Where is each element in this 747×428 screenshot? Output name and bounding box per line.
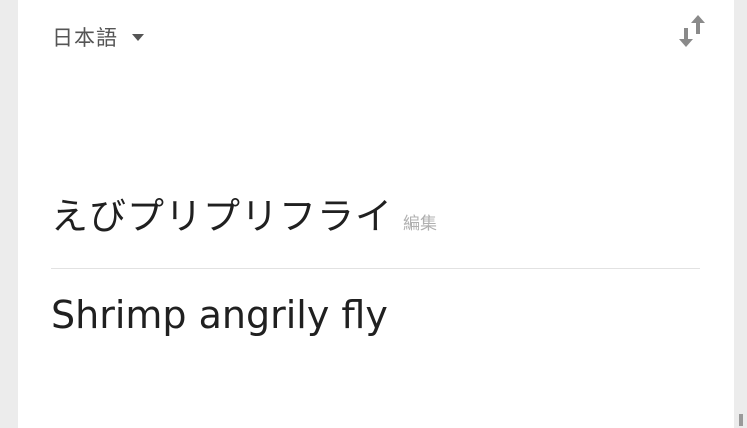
app-frame: 日本語 えびプリプリフライ 編集 Shrimp angrily fly bbox=[0, 0, 747, 428]
divider bbox=[51, 268, 700, 269]
language-selector[interactable]: 日本語 bbox=[52, 22, 144, 52]
scrollbar-thumb[interactable] bbox=[739, 414, 743, 426]
swap-vertical-icon bbox=[679, 15, 705, 47]
dropdown-arrow-icon bbox=[132, 33, 144, 41]
swap-languages-button[interactable] bbox=[673, 12, 713, 52]
edit-link[interactable]: 編集 bbox=[403, 209, 437, 234]
source-row: えびプリプリフライ 編集 bbox=[51, 186, 437, 240]
translation-card: 日本語 えびプリプリフライ 編集 Shrimp angrily fly bbox=[18, 0, 734, 428]
source-text: えびプリプリフライ bbox=[51, 195, 393, 238]
translation-text: Shrimp angrily fly bbox=[51, 293, 388, 337]
language-label: 日本語 bbox=[52, 26, 118, 50]
